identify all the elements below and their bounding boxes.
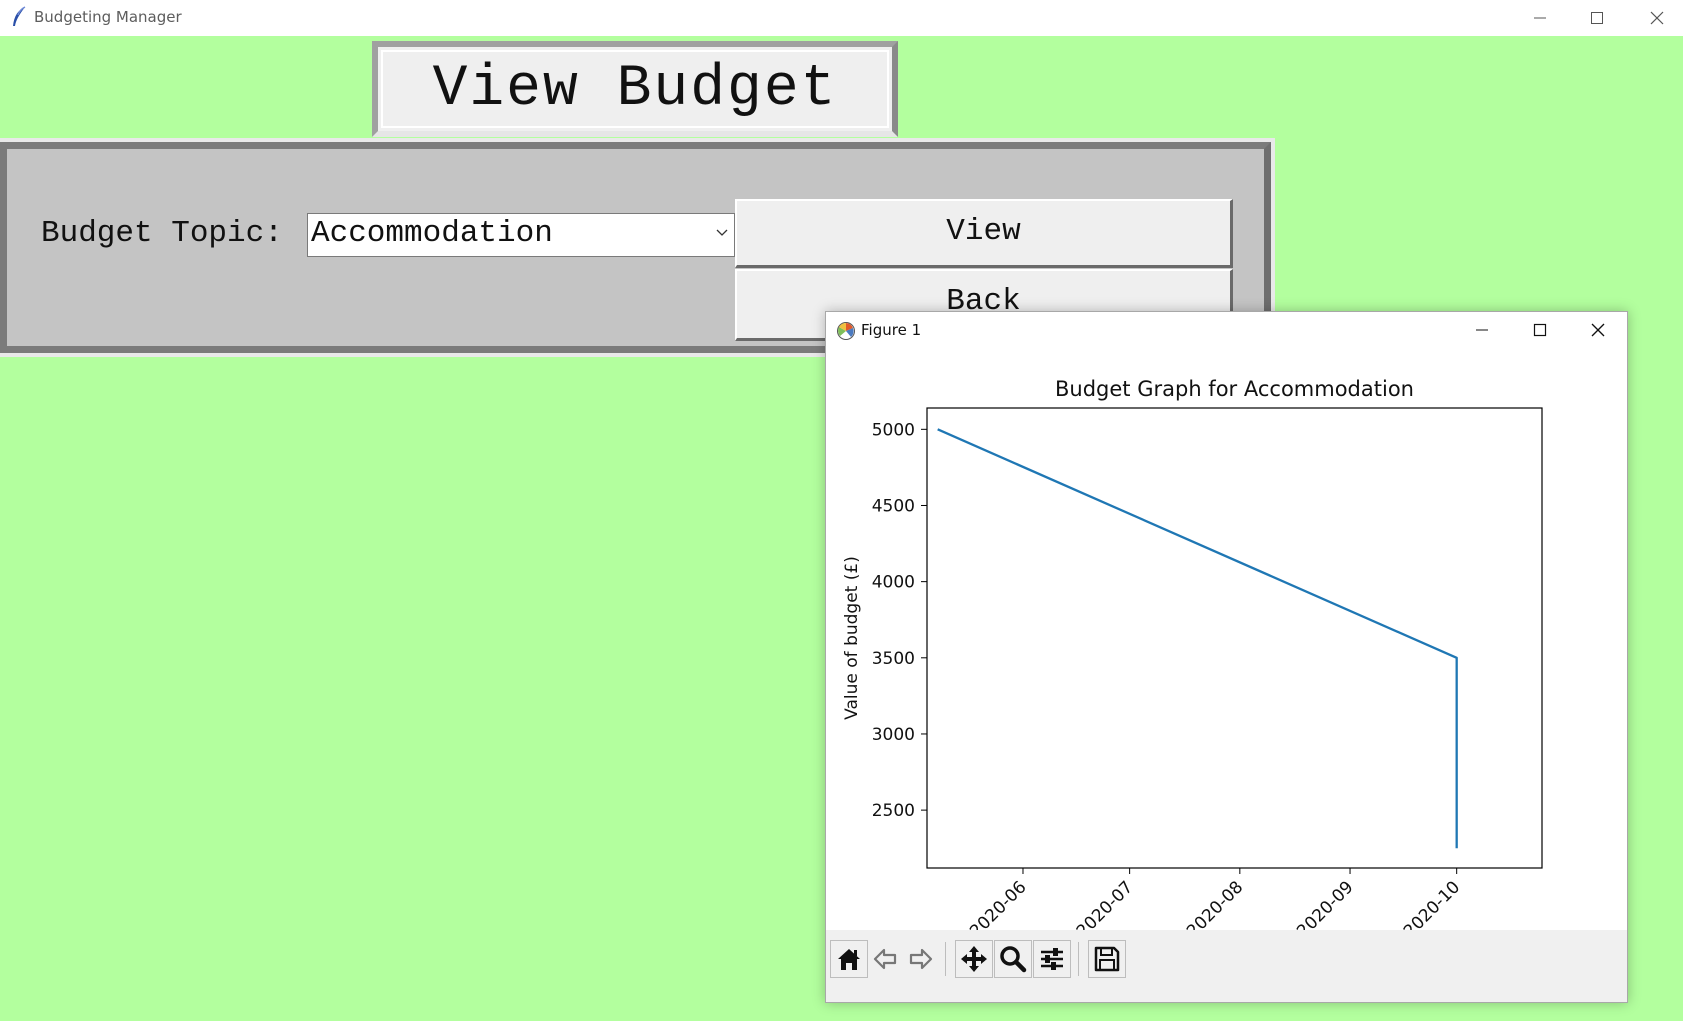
home-button[interactable] <box>830 940 868 978</box>
maximize-button[interactable] <box>1574 0 1620 36</box>
figure-maximize-button[interactable] <box>1511 312 1569 348</box>
page-title: View Budget <box>432 57 838 122</box>
budget-topic-label: Budget Topic: <box>41 216 283 251</box>
budget-chart: Budget Graph for Accommodation Value of b… <box>842 377 1543 930</box>
zoom-icon <box>1000 946 1027 973</box>
y-tick-label: 3000 <box>872 725 915 745</box>
close-icon <box>1591 323 1605 337</box>
y-tick-label: 4500 <box>872 496 915 516</box>
y-tick-label: 5000 <box>872 420 915 440</box>
pan-icon <box>961 946 987 972</box>
close-icon <box>1650 11 1664 25</box>
view-button[interactable]: View <box>735 199 1233 268</box>
feather-icon <box>10 6 28 28</box>
y-tick-label: 3500 <box>872 649 915 669</box>
x-tick-label: 2020-09 <box>1293 877 1357 930</box>
forward-view-button[interactable] <box>902 940 940 978</box>
save-button[interactable] <box>1088 940 1126 978</box>
axes-frame <box>926 407 1543 869</box>
maximize-icon <box>1591 12 1603 24</box>
figure-minimize-button[interactable] <box>1453 312 1511 348</box>
minimize-button[interactable] <box>1517 0 1563 36</box>
close-button[interactable] <box>1634 0 1680 36</box>
figure-title: Figure 1 <box>861 321 922 339</box>
toolbar-separator <box>945 942 946 976</box>
y-tick-label: 4000 <box>872 573 915 593</box>
chart-title: Budget Graph for Accommodation <box>1055 377 1414 401</box>
minimize-icon <box>1534 17 1546 19</box>
forward-arrow-icon <box>909 948 933 970</box>
figure-title-bar: Figure 1 <box>826 312 1627 348</box>
back-arrow-icon <box>873 948 897 970</box>
pan-button[interactable] <box>955 940 993 978</box>
heading-frame: View Budget <box>372 41 898 137</box>
home-icon <box>838 949 860 970</box>
window-title: Budgeting Manager <box>34 8 182 26</box>
x-tick-label: 2020-07 <box>1073 877 1137 930</box>
chevron-down-icon <box>716 229 728 236</box>
x-tick-label: 2020-10 <box>1400 877 1464 930</box>
maximize-icon <box>1533 323 1547 337</box>
figure-toolbar <box>826 930 1627 1002</box>
save-icon <box>1094 946 1120 972</box>
back-view-button[interactable] <box>866 940 904 978</box>
y-axis-label: Value of budget (£) <box>842 556 862 720</box>
zoom-button[interactable] <box>994 940 1032 978</box>
configure-subplots-button[interactable] <box>1033 940 1071 978</box>
figure-window: Figure 1 Budget Graph for Accommodation V… <box>825 311 1628 1003</box>
toolbar-separator <box>1078 942 1079 976</box>
y-tick-label: 2500 <box>872 801 915 821</box>
budget-topic-value: Accommodation <box>311 216 553 251</box>
x-tick-label: 2020-06 <box>966 877 1030 930</box>
minimize-icon <box>1476 329 1488 331</box>
figure-close-button[interactable] <box>1569 312 1627 348</box>
matplotlib-icon <box>836 321 856 345</box>
configure-subplots-icon <box>1041 948 1063 970</box>
main-title-bar: Budgeting Manager <box>0 0 1683 36</box>
budget-topic-dropdown[interactable]: Accommodation <box>307 213 735 257</box>
plot-canvas[interactable]: Budget Graph for Accommodation Value of b… <box>826 348 1627 930</box>
x-tick-label: 2020-08 <box>1183 877 1247 930</box>
